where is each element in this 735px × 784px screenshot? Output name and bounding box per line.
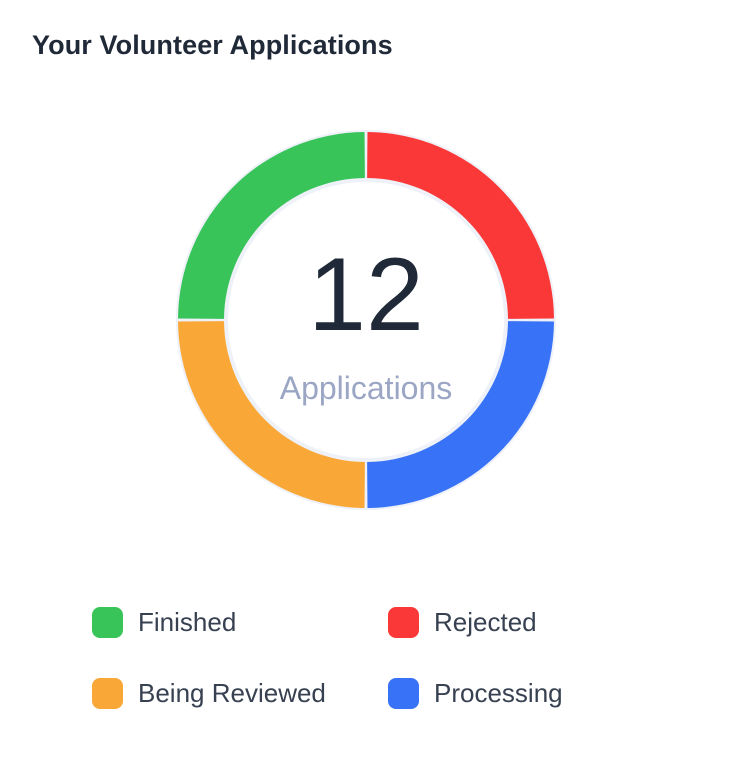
legend-label: Being Reviewed xyxy=(138,677,326,708)
legend-item-finished[interactable]: Finished xyxy=(92,602,236,642)
legend-swatch xyxy=(92,606,123,638)
legend-item-processing[interactable]: Processing xyxy=(388,673,563,713)
card-title: Your Volunteer Applications xyxy=(32,30,393,60)
legend-item-rejected[interactable]: Rejected xyxy=(388,602,537,642)
legend-label: Rejected xyxy=(434,606,537,637)
legend-swatch xyxy=(388,606,419,638)
chart-legend: Finished Rejected Being Reviewed Process… xyxy=(92,600,652,730)
legend-label: Finished xyxy=(138,606,237,637)
donut-chart: 12 Applications xyxy=(166,120,566,520)
legend-swatch xyxy=(388,677,419,709)
legend-item-being-reviewed[interactable]: Being Reviewed xyxy=(92,673,326,713)
legend-swatch xyxy=(92,677,123,709)
applications-card: Your Volunteer Applications 12 Applicati… xyxy=(0,0,735,784)
legend-label: Processing xyxy=(434,677,563,708)
total-label: Applications xyxy=(279,370,453,406)
total-count: 12 xyxy=(308,237,424,353)
